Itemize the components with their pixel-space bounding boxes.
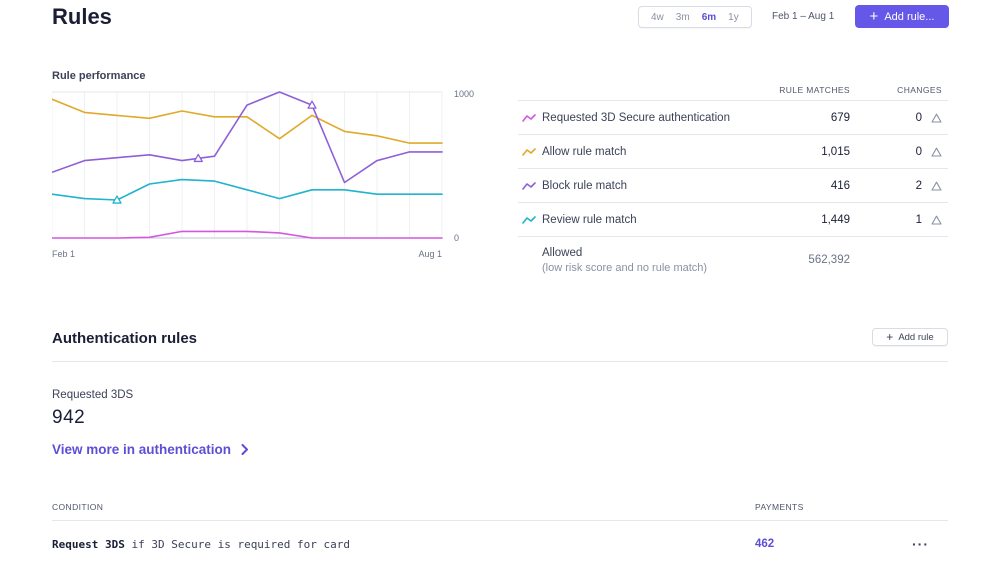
- rule-name: Allow rule match: [542, 145, 627, 158]
- allowed-sublabel: (low risk score and no rule match): [542, 262, 708, 274]
- plus-icon: +: [869, 7, 879, 25]
- trend-line-icon: [522, 113, 536, 122]
- range-4w[interactable]: 4w: [645, 12, 670, 23]
- rule-matches-value: 1,015: [821, 145, 850, 158]
- rule-condition: Request 3DS if 3D Secure is required for…: [52, 538, 350, 551]
- view-more-label: View more in authentication: [52, 442, 232, 457]
- allowed-label: Allowed: [542, 247, 583, 259]
- rule-row[interactable]: Block rule match 416 2: [518, 168, 948, 202]
- rule-matches-value: 679: [830, 111, 850, 124]
- range-1y[interactable]: 1y: [722, 12, 745, 23]
- more-options-button[interactable]: ···: [912, 536, 929, 552]
- allowed-value: 562,392: [808, 254, 850, 266]
- rule-name: Requested 3D Secure authentication: [542, 111, 730, 124]
- trend-line-icon: [522, 147, 536, 156]
- rule-name: Review rule match: [542, 213, 637, 226]
- authentication-rules-title: Authentication rules: [52, 330, 198, 347]
- delta-triangle-icon: [931, 215, 942, 225]
- section-divider: [52, 361, 948, 362]
- condition-keyword: Request 3DS: [52, 538, 125, 551]
- y-tick-top: 1000: [454, 89, 474, 99]
- rule-row[interactable]: Review rule match 1,449 1: [518, 202, 948, 236]
- condition-column-header: CONDITION: [52, 502, 104, 512]
- requested-3ds-label: Requested 3DS: [52, 389, 134, 401]
- rule-row[interactable]: Allow rule match 1,015 0: [518, 134, 948, 168]
- requested-3ds-value: 942: [52, 407, 86, 428]
- changes-header: CHANGES: [897, 85, 942, 95]
- chart-title: Rule performance: [52, 70, 146, 82]
- rule-row[interactable]: Requested 3D Secure authentication 679 0: [518, 100, 948, 134]
- rule-performance-chart: 1000 0 Feb 1 Aug 1: [52, 88, 474, 260]
- plus-icon: +: [886, 330, 894, 344]
- rule-performance-svg: 1000 0 Feb 1 Aug 1: [52, 89, 474, 259]
- rule-changes-value: 1: [915, 213, 922, 226]
- y-tick-bottom: 0: [454, 233, 459, 243]
- payments-count-link[interactable]: 462: [755, 538, 774, 550]
- view-more-authentication-link[interactable]: View more in authentication: [52, 442, 249, 457]
- date-range-picker[interactable]: Feb 1 – Aug 1: [772, 11, 834, 22]
- table-divider: [52, 520, 948, 521]
- payments-column-header: PAYMENTS: [755, 502, 804, 512]
- rules-table: RULE MATCHES CHANGES Requested 3D Secure…: [518, 80, 948, 282]
- delta-triangle-icon: [931, 113, 942, 123]
- add-rule-label: Add rule: [898, 331, 934, 343]
- x-tick-end: Aug 1: [418, 249, 442, 259]
- table-header: RULE MATCHES CHANGES: [518, 80, 948, 100]
- add-rule-button[interactable]: + Add rule...: [855, 5, 949, 28]
- rule-name: Block rule match: [542, 179, 628, 192]
- range-6m[interactable]: 6m: [696, 12, 722, 23]
- rule-matches-value: 1,449: [821, 213, 850, 226]
- condition-rest: if 3D Secure is required for card: [124, 538, 351, 551]
- time-range-selector[interactable]: 4w 3m 6m 1y: [638, 6, 752, 28]
- range-3m[interactable]: 3m: [670, 12, 696, 23]
- trend-line-icon: [522, 181, 536, 190]
- rule-matches-value: 416: [830, 179, 850, 192]
- delta-triangle-icon: [931, 147, 942, 157]
- x-tick-start: Feb 1: [52, 249, 75, 259]
- trend-line-icon: [522, 215, 536, 224]
- rule-changes-value: 2: [915, 179, 922, 192]
- rule-matches-header: RULE MATCHES: [779, 85, 850, 95]
- chevron-right-icon: [241, 444, 249, 455]
- add-rule-label: Add rule...: [884, 10, 935, 23]
- rule-changes-value: 0: [915, 111, 922, 124]
- rule-changes-value: 0: [915, 145, 922, 158]
- add-authentication-rule-button[interactable]: + Add rule: [872, 328, 948, 346]
- allowed-row: Allowed (low risk score and no rule matc…: [518, 236, 948, 282]
- delta-triangle-icon: [931, 181, 942, 191]
- page-title: Rules: [52, 4, 112, 29]
